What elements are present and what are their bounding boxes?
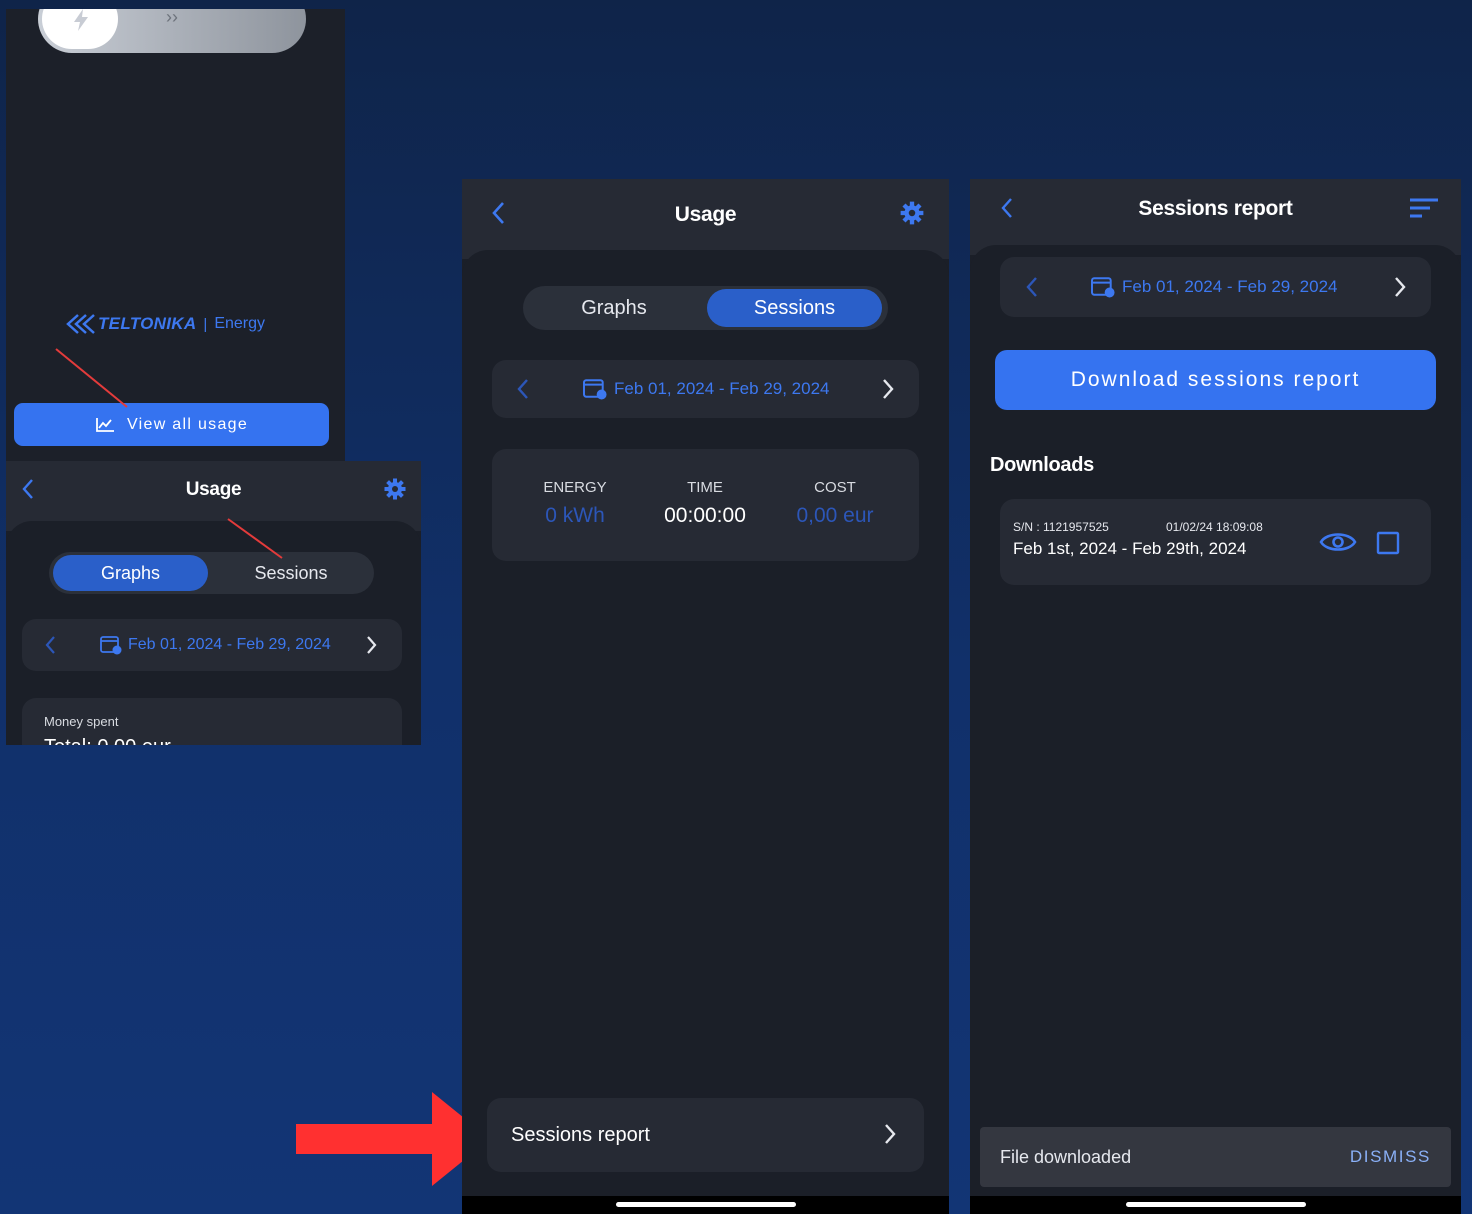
header-bar: Sessions report — [970, 179, 1461, 255]
eye-icon[interactable] — [1319, 527, 1357, 557]
calendar-icon — [1091, 277, 1115, 298]
screen-sessions-report: Sessions report Feb 01, 2024 - Feb 29, 2… — [970, 179, 1461, 1214]
content-panel: Graphs Sessions Feb 01, 2024 - Feb 29, 2… — [462, 250, 949, 1214]
tab-graphs[interactable]: Graphs — [527, 289, 701, 327]
next-chevron-icon[interactable] — [1394, 276, 1407, 298]
download-item: S/N : 1121957525 01/02/24 18:09:08 Feb 1… — [1000, 499, 1431, 585]
stat-cost-value: 0,00 eur — [796, 504, 874, 527]
stats-card: ENERGY 0 kWh TIME 00:00:00 COST 0,00 eur — [492, 449, 919, 561]
stat-cost: COST 0,00 eur — [765, 479, 905, 528]
date-range-bar: Feb 01, 2024 - Feb 29, 2024 — [1000, 257, 1431, 317]
stat-time-value: 00:00:00 — [664, 504, 746, 527]
sessions-report-row[interactable]: Sessions report — [487, 1098, 924, 1172]
stat-cost-label: COST — [814, 479, 856, 496]
tab-switcher: Graphs Sessions — [523, 286, 888, 330]
prev-chevron-icon[interactable] — [516, 378, 529, 400]
content-panel: Feb 01, 2024 - Feb 29, 2024 Download ses… — [970, 245, 1461, 1214]
screen-usage-sessions: Usage Graphs Sessions Feb 01, 2024 - Feb… — [462, 179, 949, 1214]
stat-energy-value: 0 kWh — [545, 504, 605, 527]
date-range-text: Feb 01, 2024 - Feb 29, 2024 — [1122, 277, 1338, 296]
sort-icon[interactable] — [1410, 197, 1438, 219]
stat-energy-label: ENERGY — [543, 479, 607, 496]
page-title: Sessions report — [1138, 197, 1293, 220]
page-title: Usage — [674, 203, 737, 226]
snackbar-text: File downloaded — [1000, 1147, 1132, 1167]
stat-energy: ENERGY 0 kWh — [505, 479, 645, 528]
snackbar-dismiss-button[interactable]: DISMISS — [1350, 1147, 1431, 1167]
date-range-text: Feb 01, 2024 - Feb 29, 2024 — [614, 379, 830, 398]
next-chevron-icon[interactable] — [882, 378, 895, 400]
stat-time: TIME 00:00:00 — [635, 479, 775, 528]
date-range-bar: Feb 01, 2024 - Feb 29, 2024 — [492, 360, 919, 418]
calendar-icon — [583, 379, 607, 400]
tab-sessions[interactable]: Sessions — [707, 289, 882, 327]
download-serial: S/N : 1121957525 — [1013, 520, 1109, 534]
date-range[interactable]: Feb 01, 2024 - Feb 29, 2024 — [582, 360, 830, 418]
date-range[interactable]: Feb 01, 2024 - Feb 29, 2024 — [1090, 257, 1338, 317]
checkbox-icon[interactable] — [1376, 531, 1400, 555]
stat-time-label: TIME — [687, 479, 723, 496]
home-indicator — [462, 1196, 949, 1214]
screen-home: ›› TELTONIKA | Energy View all usage — [6, 9, 345, 461]
download-range: Feb 1st, 2024 - Feb 29th, 2024 — [1013, 539, 1247, 558]
downloads-heading: Downloads — [990, 454, 1094, 476]
gear-icon[interactable] — [899, 200, 925, 226]
prev-chevron-icon[interactable] — [1025, 276, 1038, 298]
screen-usage-graphs: Usage Graphs Sessions Feb 01, 2024 - Feb… — [6, 461, 421, 745]
download-sessions-report-button[interactable]: Download sessions report — [995, 350, 1436, 410]
snackbar: File downloaded DISMISS — [980, 1127, 1451, 1187]
chevron-right-icon — [885, 1124, 896, 1144]
home-indicator — [970, 1196, 1461, 1214]
sessions-report-label: Sessions report — [511, 1124, 650, 1146]
annotation-line-2 — [227, 518, 283, 559]
header-bar: Usage — [462, 179, 949, 259]
download-timestamp: 01/02/24 18:09:08 — [1166, 520, 1263, 534]
annotation-line-1 — [55, 348, 128, 408]
